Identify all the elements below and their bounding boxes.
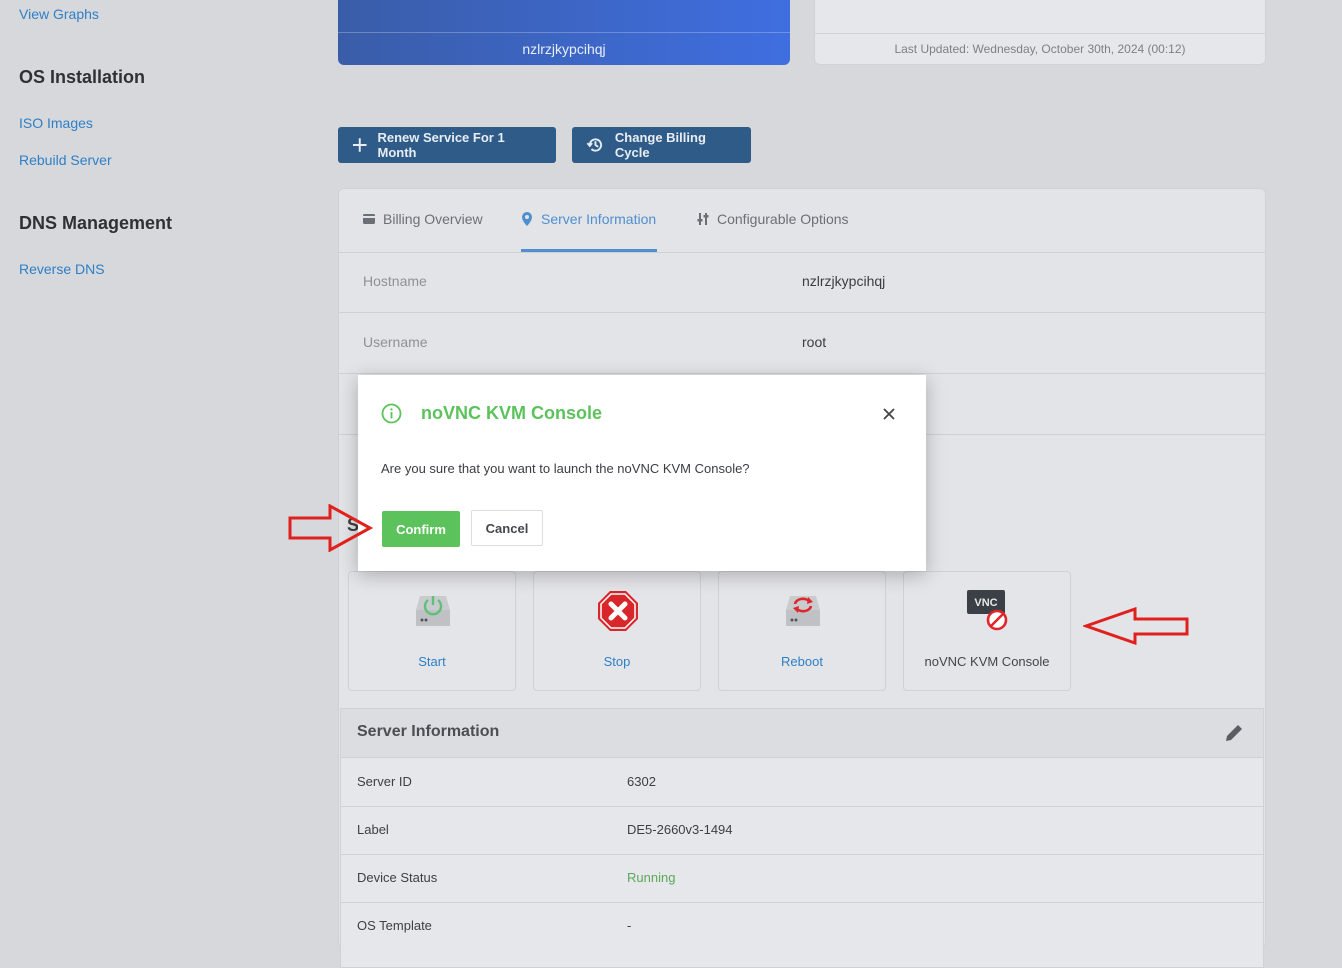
close-icon[interactable] [879, 404, 899, 424]
info-circle-icon [381, 403, 402, 424]
cancel-button[interactable]: Cancel [471, 510, 543, 546]
annotation-arrow-left-icon [1083, 607, 1189, 645]
confirm-button[interactable]: Confirm [382, 511, 460, 547]
dialog-title: noVNC KVM Console [421, 403, 603, 423]
novnc-confirm-dialog: noVNC KVM Console Are you sure that you … [358, 375, 926, 571]
dialog-message: Are you sure that you want to launch the… [381, 461, 750, 476]
annotation-arrow-right-icon [288, 504, 374, 552]
